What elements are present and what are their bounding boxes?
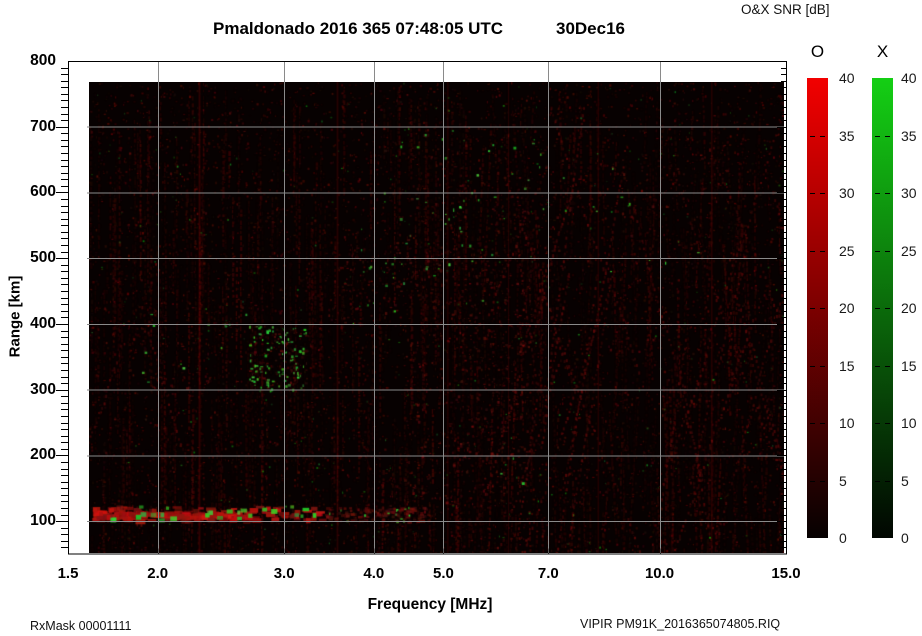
x-tick-label: 5.0 xyxy=(421,565,465,582)
colorbar-tick-mark xyxy=(875,251,880,252)
ionogram-heatmap-canvas xyxy=(89,82,784,553)
y-tick-label: 200 xyxy=(12,446,56,464)
x-tick-label: 3.0 xyxy=(262,565,306,582)
footer-rxmask: RxMask 00001111 xyxy=(30,619,131,633)
colorbar-tick-mark xyxy=(875,481,880,482)
ionogram-figure: Pmaldonado 2016 365 07:48:05 UTC 30Dec16… xyxy=(0,0,922,636)
colorbar-tick-label: 5 xyxy=(901,473,909,489)
y-tick-label: 500 xyxy=(12,249,56,267)
colorbar-tick-mark xyxy=(885,308,890,309)
y-axis-label: Range [km] xyxy=(7,275,24,359)
x-tick-label: 7.0 xyxy=(526,565,570,582)
colorbar-tick-label: 35 xyxy=(901,128,917,144)
colorbar-tick-label: 10 xyxy=(839,415,855,431)
y-tick-label: 800 xyxy=(12,52,56,70)
colorbar-tick-label: 20 xyxy=(901,300,917,316)
colorbar-tick-mark xyxy=(885,366,890,367)
colorbar-tick-mark xyxy=(875,423,880,424)
colorbar-tick-label: 40 xyxy=(839,70,855,86)
colorbar-tick-mark xyxy=(810,366,815,367)
footer-filename: VIPIR PM91K_2016365074805.RIQ xyxy=(580,617,780,631)
colorbar-tick-mark xyxy=(810,251,815,252)
colorbar-tick-label: 15 xyxy=(839,358,855,374)
colorbar-tick-mark xyxy=(875,308,880,309)
colorbar-tick-mark xyxy=(810,136,815,137)
colorbar-tick-label: 35 xyxy=(839,128,855,144)
colorbar-tick-mark xyxy=(810,423,815,424)
plot-date: 30Dec16 xyxy=(556,19,625,39)
colorbar-x-header: X xyxy=(872,42,893,62)
colorbar-tick-mark xyxy=(820,366,825,367)
colorbar-tick-label: 15 xyxy=(901,358,917,374)
colorbar-tick-label: 10 xyxy=(901,415,917,431)
colorbar-tick-mark xyxy=(885,251,890,252)
colorbar-tick-label: 40 xyxy=(901,70,917,86)
colorbar-tick-mark xyxy=(820,136,825,137)
colorbar-tick-label: 25 xyxy=(901,243,917,259)
colorbar-tick-mark xyxy=(820,308,825,309)
colorbar-tick-mark xyxy=(875,366,880,367)
colorbar-tick-label: 5 xyxy=(839,473,847,489)
plot-title: Pmaldonado 2016 365 07:48:05 UTC xyxy=(213,19,503,39)
colorbar-tick-mark xyxy=(820,423,825,424)
colorbar-tick-mark xyxy=(875,193,880,194)
colorbar-tick-mark xyxy=(885,136,890,137)
colorbar-tick-mark xyxy=(885,193,890,194)
colorbar-title: O&X SNR [dB] xyxy=(741,2,830,17)
colorbar-tick-label: 30 xyxy=(901,185,917,201)
colorbar-tick-label: 30 xyxy=(839,185,855,201)
y-tick-label: 600 xyxy=(12,183,56,201)
colorbar-tick-mark xyxy=(810,193,815,194)
colorbar-tick-mark xyxy=(885,423,890,424)
colorbar-tick-label: 20 xyxy=(839,300,855,316)
colorbar-tick-mark xyxy=(820,251,825,252)
colorbar-tick-label: 0 xyxy=(839,530,847,546)
x-tick-label: 2.0 xyxy=(136,565,180,582)
x-tick-label: 10.0 xyxy=(638,565,682,582)
colorbar-tick-label: 25 xyxy=(839,243,855,259)
colorbar-tick-label: 0 xyxy=(901,530,909,546)
x-axis-label: Frequency [MHz] xyxy=(330,596,530,614)
y-tick-label: 300 xyxy=(12,381,56,399)
colorbar-tick-mark xyxy=(885,481,890,482)
x-tick-label: 15.0 xyxy=(764,565,808,582)
colorbar-o-header: O xyxy=(807,42,828,62)
colorbar-tick-mark xyxy=(810,481,815,482)
y-tick-label: 700 xyxy=(12,118,56,136)
colorbar-tick-mark xyxy=(820,193,825,194)
x-tick-label: 4.0 xyxy=(352,565,396,582)
colorbar-tick-mark xyxy=(820,481,825,482)
colorbar-tick-mark xyxy=(810,308,815,309)
x-tick-label: 1.5 xyxy=(46,565,90,582)
colorbar-tick-mark xyxy=(875,136,880,137)
y-tick-label: 100 xyxy=(12,512,56,530)
